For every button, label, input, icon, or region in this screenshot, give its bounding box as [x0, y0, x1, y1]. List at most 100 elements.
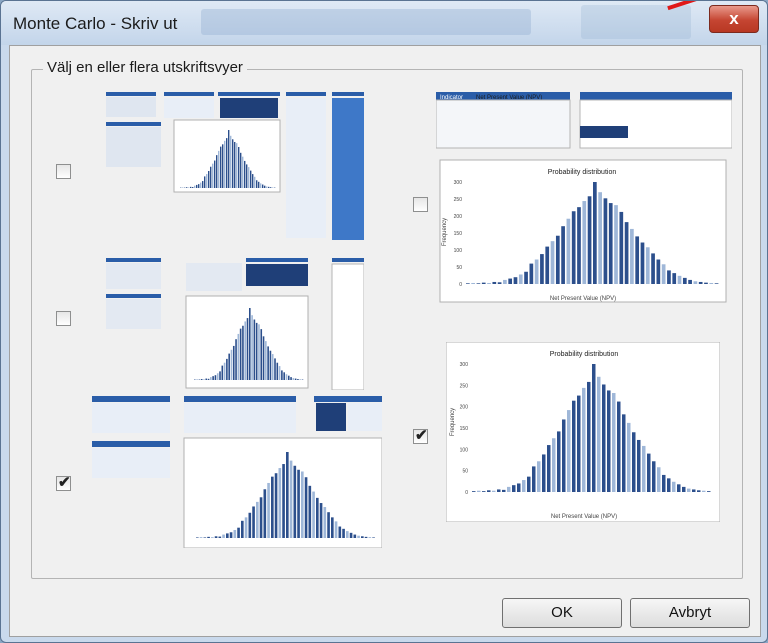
histogram-bar	[677, 484, 681, 492]
histogram-bar	[232, 139, 234, 188]
histogram-bar	[698, 281, 703, 284]
histogram-bar	[236, 143, 238, 188]
histogram-bar	[709, 282, 714, 284]
histogram-bar	[677, 275, 682, 284]
histogram-bar	[472, 491, 476, 492]
histogram-bar	[608, 203, 613, 284]
print-view-checkbox-4[interactable]	[413, 197, 428, 212]
histogram-bar	[338, 526, 342, 538]
histogram-bar	[220, 146, 222, 188]
histogram-bar	[334, 521, 338, 538]
histogram-bar	[572, 400, 576, 492]
checkmark-icon: ✔	[58, 474, 71, 491]
histogram-bar	[224, 140, 226, 188]
histogram-bar	[466, 283, 470, 284]
close-button[interactable]: x	[709, 5, 759, 33]
histogram-bar	[259, 497, 263, 538]
histogram-bar	[256, 180, 258, 188]
histogram-bar	[237, 333, 240, 380]
histogram-bar	[630, 228, 634, 284]
histogram-bar	[196, 184, 198, 188]
histogram-bar	[537, 461, 541, 492]
histogram-bar	[204, 176, 206, 188]
histogram-bar	[203, 537, 207, 538]
histogram-bar	[637, 439, 641, 492]
histogram-bar	[518, 274, 523, 284]
histogram-bar	[619, 211, 624, 284]
print-view-preview-3[interactable]	[92, 396, 382, 548]
histogram-bar	[577, 395, 581, 492]
histogram-bar	[230, 349, 233, 380]
y-tick-label: 150	[454, 231, 463, 237]
histogram-bar	[293, 465, 297, 538]
histogram-bar	[603, 198, 608, 284]
histogram-bar	[527, 476, 531, 492]
histogram-bar	[192, 187, 194, 188]
chart-title: Probability distribution	[548, 169, 617, 176]
histogram-bar	[238, 147, 240, 188]
histogram-bar	[266, 186, 268, 188]
histogram-bar	[316, 497, 319, 538]
print-view-checkbox-3[interactable]: ✔	[56, 474, 71, 491]
histogram-bar	[297, 379, 299, 380]
histogram-bar	[232, 345, 235, 380]
histogram-bar	[268, 186, 270, 188]
histogram-bar	[278, 468, 282, 538]
histogram-bar	[246, 318, 249, 380]
histogram-bar	[557, 431, 561, 492]
histogram-bar	[492, 281, 497, 284]
histogram-bar	[229, 532, 233, 538]
histogram-bar	[353, 534, 357, 538]
histogram-bar	[272, 187, 274, 188]
histogram-bar	[540, 254, 544, 284]
y-tick-label: 0	[459, 282, 462, 288]
print-view-checkbox-5[interactable]: ✔	[413, 427, 428, 444]
histogram-bar	[704, 282, 708, 284]
histogram-bar	[492, 490, 496, 492]
histogram-bar	[289, 460, 293, 538]
histogram-bar	[252, 174, 254, 188]
y-tick-label: 200	[460, 405, 469, 411]
histogram-bar	[228, 130, 230, 188]
histogram-bar	[271, 354, 274, 380]
print-view-preview-5[interactable]: Probability distribution Net Present Val…	[446, 342, 720, 522]
histogram-bar	[260, 183, 262, 188]
histogram-bar	[529, 263, 534, 284]
histogram-bar	[612, 393, 616, 492]
histogram-bar	[265, 341, 267, 380]
histogram-bar	[652, 461, 656, 492]
print-view-preview-1[interactable]	[106, 92, 364, 240]
histogram-bar	[182, 187, 184, 188]
histogram-bar	[244, 160, 246, 188]
histogram-bar	[640, 242, 645, 284]
y-tick-label: 300	[460, 362, 469, 368]
print-view-preview-2[interactable]	[106, 258, 364, 390]
histogram-bar	[550, 241, 555, 284]
histogram-bar	[534, 259, 539, 284]
ok-button[interactable]: OK	[502, 598, 622, 628]
histogram-bar	[290, 377, 292, 380]
histogram-bar	[349, 532, 353, 538]
print-view-checkbox-1[interactable]	[56, 164, 71, 179]
histogram-bar	[249, 308, 251, 380]
histogram-bar	[497, 489, 501, 492]
print-view-checkbox-2[interactable]	[56, 311, 71, 326]
chart-title: Probability distribution	[550, 351, 619, 358]
histogram-bar	[487, 490, 491, 492]
histogram-bar	[276, 362, 279, 380]
histogram-bar	[235, 339, 237, 380]
print-view-preview-4[interactable]: Indicator Net Present Value (NPV) Probab…	[436, 92, 732, 304]
cancel-button[interactable]: Avbryt	[630, 598, 750, 628]
histogram-bar	[214, 536, 218, 538]
histogram-bar	[205, 378, 208, 380]
histogram-bar	[552, 438, 556, 492]
histogram-bar	[587, 196, 592, 284]
y-tick-label: 100	[454, 248, 463, 254]
histogram-bar	[512, 485, 516, 492]
histogram-bar	[555, 235, 560, 284]
histogram-bar	[216, 155, 218, 188]
histogram-bar	[226, 358, 228, 380]
histogram-bar	[254, 176, 256, 188]
histogram-bar	[200, 182, 202, 188]
histogram-bar	[233, 529, 237, 538]
